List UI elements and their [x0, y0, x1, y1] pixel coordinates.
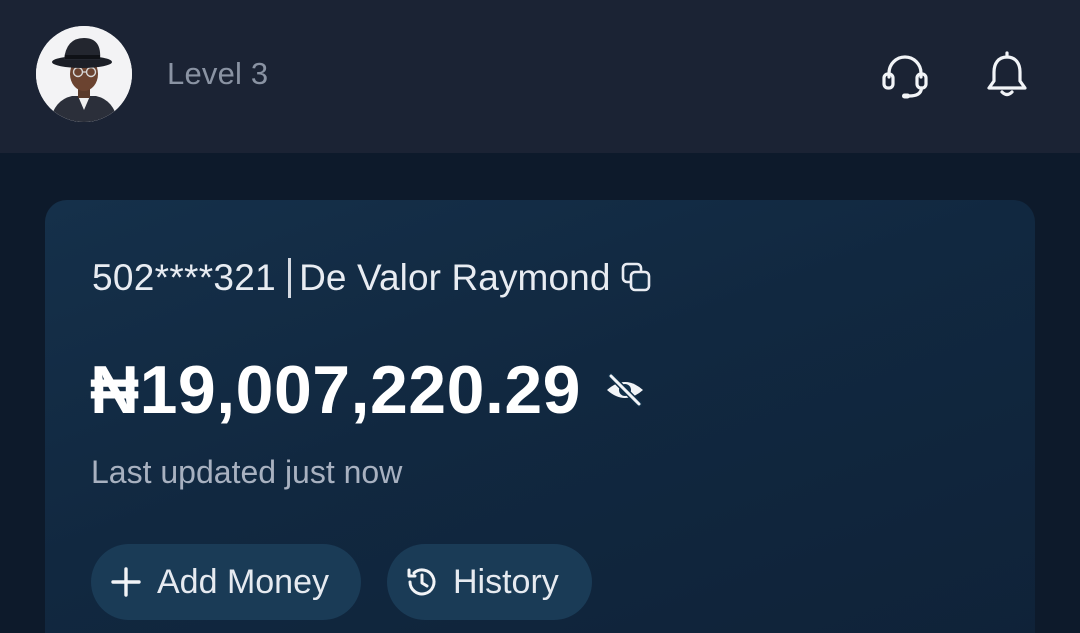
account-number: 502****321	[92, 257, 277, 298]
plus-icon	[107, 563, 145, 601]
last-updated-text: Last updated just now	[91, 454, 403, 490]
history-label: History	[453, 562, 559, 601]
user-level-label: Level 3	[167, 56, 269, 91]
balance-amount: ₦19,007,220.29	[90, 352, 581, 428]
hide-balance-eye-icon[interactable]	[603, 368, 647, 412]
notification-bell-icon[interactable]	[976, 44, 1038, 106]
avatar[interactable]	[36, 26, 132, 122]
account-info-row: 502****321 De Valor Raymond	[92, 256, 655, 300]
wallet-screen: Level 3 502****321 De Valor Raymond ₦19,…	[0, 0, 1080, 633]
account-name: De Valor Raymond	[299, 257, 611, 298]
history-button[interactable]: History	[387, 544, 592, 620]
top-bar: Level 3	[0, 0, 1080, 153]
copy-icon[interactable]	[619, 260, 655, 296]
balance-row: ₦19,007,220.29	[90, 350, 647, 430]
support-headset-icon[interactable]	[874, 44, 936, 106]
add-money-button[interactable]: Add Money	[91, 544, 361, 620]
separator	[288, 258, 292, 298]
history-clock-icon	[403, 563, 441, 601]
balance-card: 502****321 De Valor Raymond ₦19,007,220.…	[45, 200, 1035, 633]
add-money-label: Add Money	[157, 562, 329, 601]
avatar-illustration-icon	[36, 26, 132, 122]
